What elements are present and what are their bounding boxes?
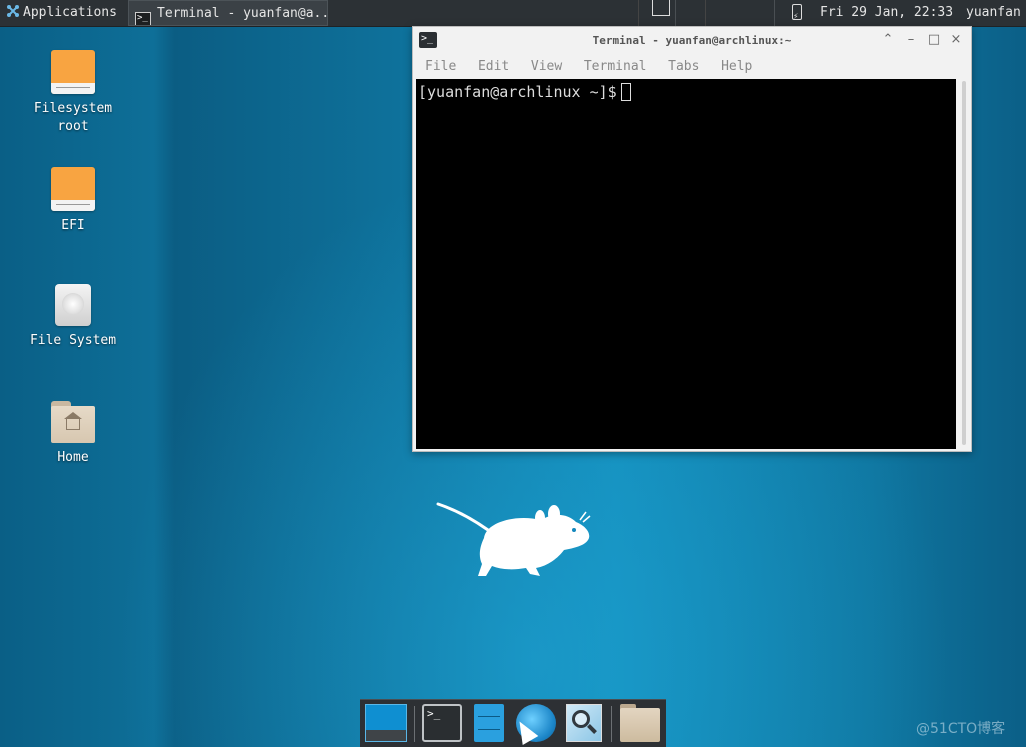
- top-panel: Applications >_ Terminal - yuanfan@a... F…: [0, 0, 1026, 27]
- home-folder-icon: [51, 401, 95, 443]
- file-cabinet-icon[interactable]: [474, 704, 504, 742]
- terminal-icon[interactable]: >_: [422, 704, 462, 742]
- user-menu[interactable]: yuanfan: [966, 0, 1026, 26]
- desktop-icon-efi[interactable]: EFI: [23, 167, 123, 235]
- clock[interactable]: Fri 29 Jan, 22:33: [820, 0, 960, 26]
- terminal-window[interactable]: >_ Terminal - yuanfan@archlinux:~ ⌃ – □ …: [412, 26, 972, 452]
- taskbar-terminal-label: Terminal - yuanfan@a...: [157, 6, 328, 21]
- dock-separator: [414, 706, 415, 742]
- terminal-titlebar[interactable]: >_ Terminal - yuanfan@archlinux:~ ⌃ – □ …: [413, 27, 971, 55]
- desktop-icon-label: EFI: [61, 218, 85, 233]
- scrollbar-thumb[interactable]: [962, 81, 966, 445]
- xfce-mouse-logo: [436, 502, 591, 576]
- menu-help[interactable]: Help: [721, 55, 752, 79]
- menu-file[interactable]: File: [425, 55, 456, 79]
- maximize-button[interactable]: □: [927, 33, 941, 47]
- close-button[interactable]: ×: [949, 33, 963, 47]
- terminal-icon: >_: [135, 12, 151, 25]
- terminal-scrollbar[interactable]: [959, 79, 969, 449]
- battery-icon[interactable]: [790, 0, 806, 26]
- applications-menu-button[interactable]: Applications: [0, 0, 130, 26]
- workspace-divider: [675, 0, 676, 26]
- text-cursor: [620, 83, 631, 101]
- workspace-1-icon[interactable]: [652, 0, 670, 16]
- desktop-icon-filesystem-root[interactable]: Filesystem root: [23, 50, 123, 136]
- minimize-button[interactable]: –: [904, 33, 918, 47]
- desktop-icon-label: File System: [29, 333, 117, 348]
- desktop-icon-label: root: [57, 119, 89, 134]
- drive-icon: [51, 50, 95, 94]
- terminal-menubar: File Edit View Terminal Tabs Help: [413, 55, 971, 79]
- desktop-icon-label: Home: [57, 450, 89, 465]
- taskbar-terminal-button[interactable]: >_ Terminal - yuanfan@a...: [128, 0, 328, 26]
- folder-icon[interactable]: [620, 704, 660, 742]
- desktop-icon-home[interactable]: Home: [23, 401, 123, 467]
- dock-separator: [611, 706, 612, 742]
- menu-tabs[interactable]: Tabs: [668, 55, 699, 79]
- menu-edit[interactable]: Edit: [478, 55, 509, 79]
- menu-view[interactable]: View: [531, 55, 562, 79]
- watermark: @51CTO博客: [916, 721, 1006, 737]
- xfce-logo-icon: [7, 5, 19, 17]
- show-desktop-icon[interactable]: [365, 704, 407, 742]
- terminal-output-area[interactable]: [yuanfan@archlinux ~]$: [416, 79, 956, 449]
- bottom-dock: >_: [360, 699, 666, 747]
- desktop-icon-label: Filesystem: [33, 101, 113, 116]
- panel-separator: [774, 0, 775, 26]
- applications-label: Applications: [23, 5, 117, 20]
- drive-icon: [51, 167, 95, 211]
- menu-terminal[interactable]: Terminal: [584, 55, 647, 79]
- harddisk-icon: [55, 284, 91, 326]
- shade-button[interactable]: ⌃: [881, 33, 895, 47]
- desktop-icon-file-system[interactable]: File System: [23, 284, 123, 350]
- app-finder-icon[interactable]: [566, 704, 602, 742]
- shell-prompt: [yuanfan@archlinux ~]$: [418, 83, 617, 101]
- workspace-switcher[interactable]: [638, 0, 706, 26]
